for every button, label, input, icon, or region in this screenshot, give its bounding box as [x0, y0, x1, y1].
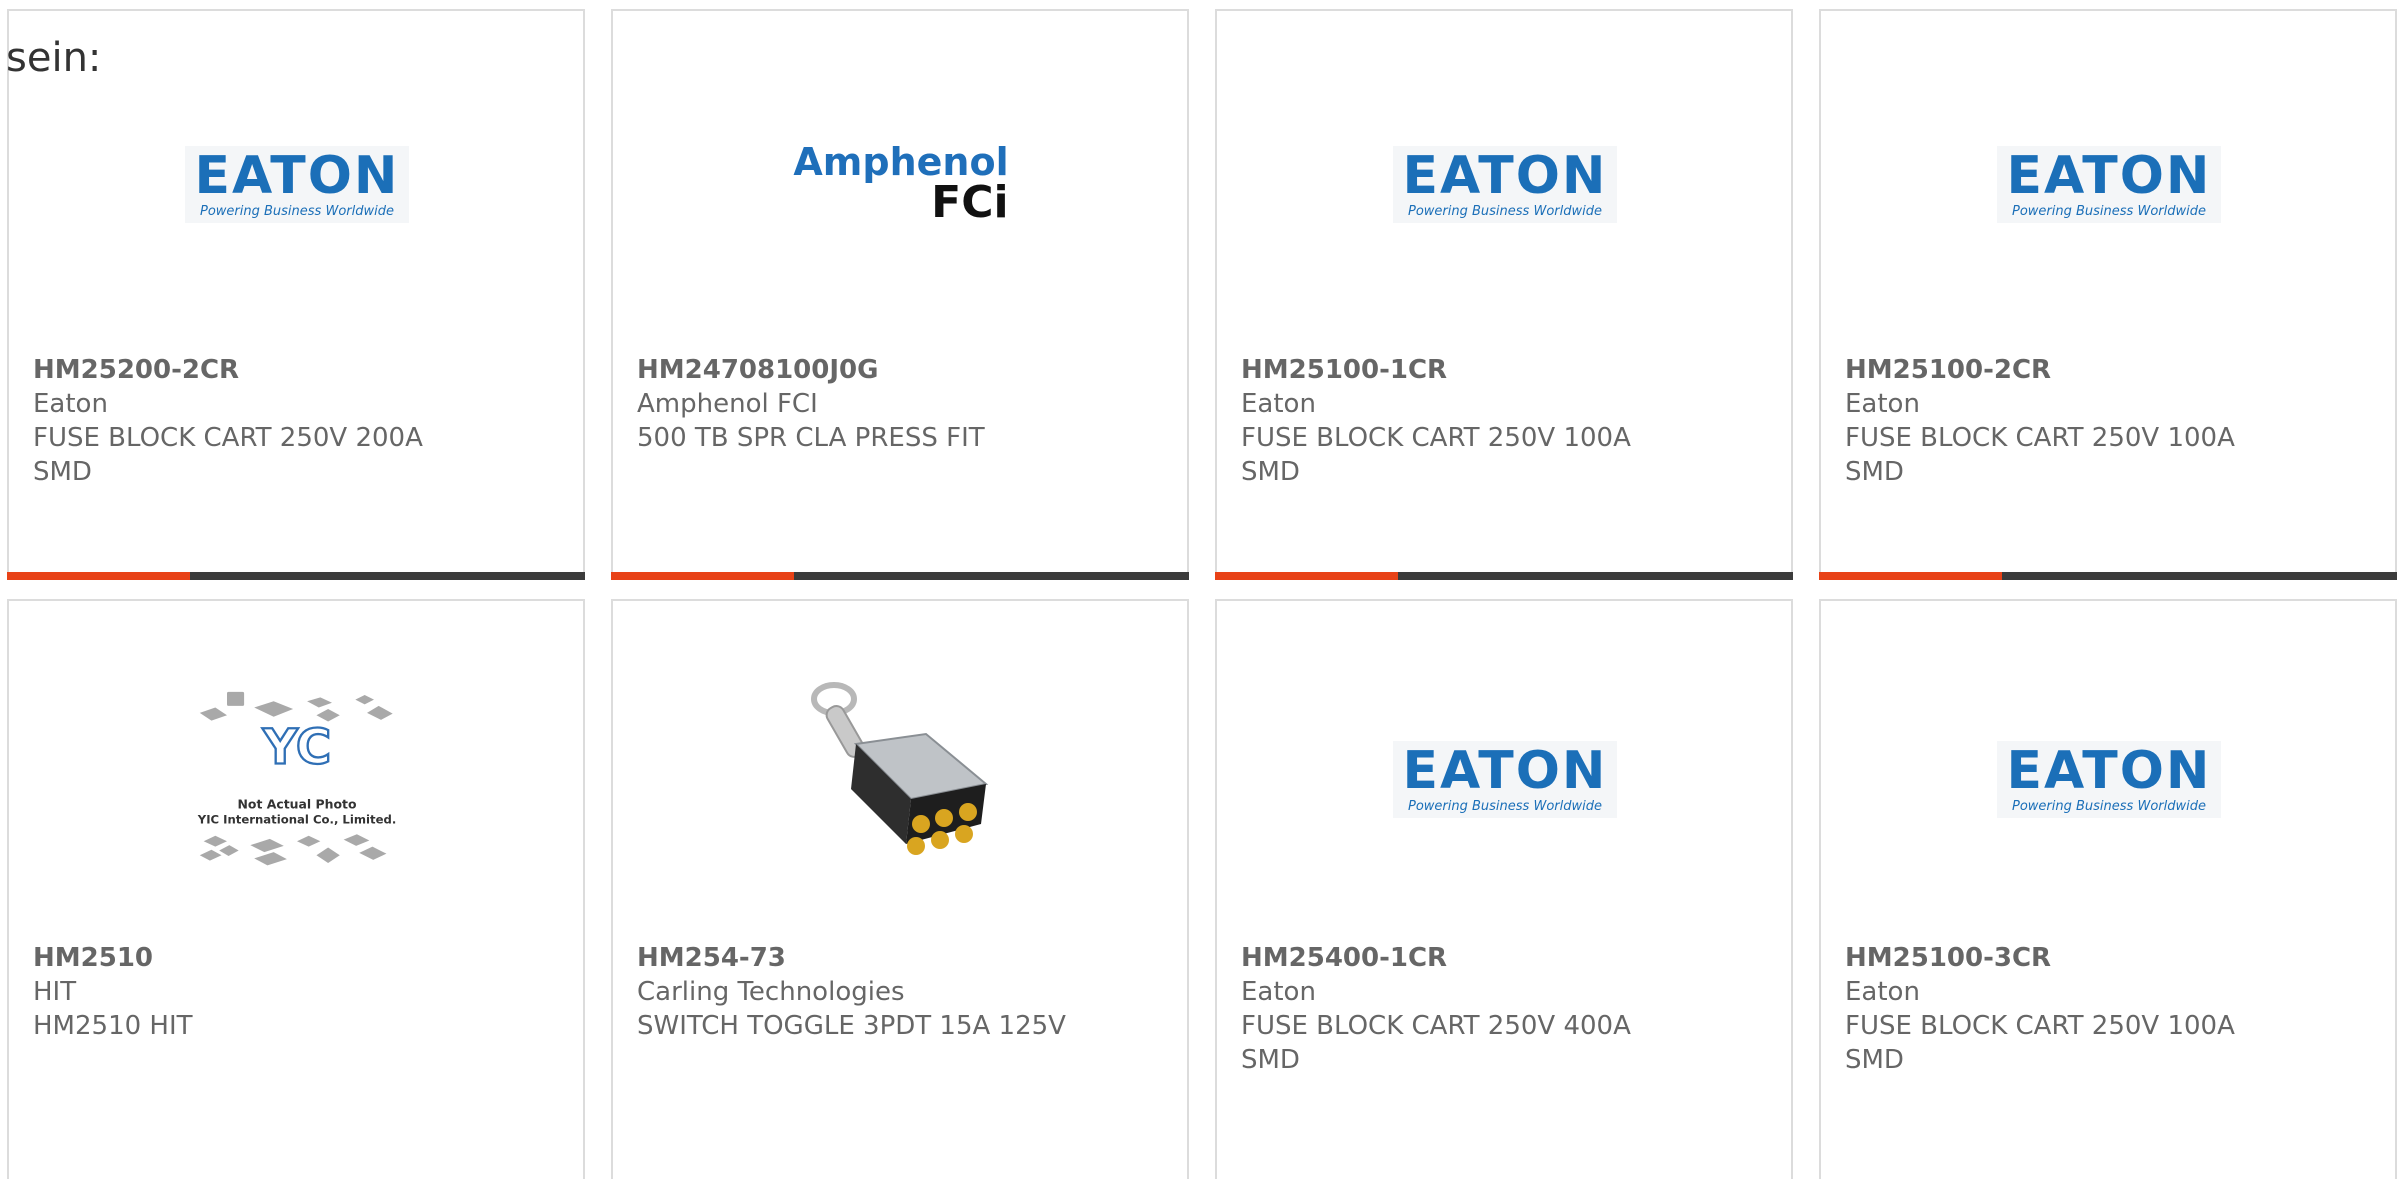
manufacturer: Amphenol FCI	[637, 389, 818, 419]
eaton-logo: EATON Powering Business Worldwide	[1392, 659, 1618, 899]
description-extra: SMD	[1845, 457, 1904, 487]
eaton-logo: EATON Powering Business Worldwide	[184, 129, 410, 239]
part-number-link[interactable]: HM24708100J0G	[637, 353, 985, 387]
logo-wordmark: EATON	[2006, 145, 2212, 206]
card-bottom-bar	[1215, 572, 1793, 580]
svg-text:YC: YC	[262, 719, 332, 775]
part-number-link[interactable]: HM254-73	[637, 941, 1066, 975]
part-number-link[interactable]: HM2510	[33, 941, 193, 975]
description: FUSE BLOCK CART 250V 400A	[1241, 1011, 1631, 1041]
description-extra: SMD	[1845, 1045, 1904, 1075]
manufacturer: Eaton	[1241, 389, 1316, 419]
eaton-logo: EATON Powering Business Worldwide	[1996, 129, 2222, 239]
description: FUSE BLOCK CART 250V 100A	[1845, 1011, 2235, 1041]
description: 500 TB SPR CLA PRESS FIT	[637, 423, 985, 453]
description-extra: SMD	[1241, 457, 1300, 487]
manufacturer: Eaton	[33, 389, 108, 419]
product-card[interactable]: EATON Powering Business Worldwide HM25400…	[1215, 599, 1793, 1179]
product-card[interactable]: YC Not Actual Photo YIC International Co…	[7, 599, 585, 1179]
description: FUSE BLOCK CART 250V 100A	[1241, 423, 1631, 453]
product-card[interactable]: EATON Powering Business Worldwide HM25100…	[1819, 599, 2397, 1179]
description: FUSE BLOCK CART 250V 200A	[33, 423, 423, 453]
card-bottom-bar	[1819, 572, 2397, 580]
product-card[interactable]: EATON Powering Business Worldwide HM25200…	[7, 9, 585, 580]
toggle-switch-photo	[796, 659, 1006, 899]
eaton-logo: EATON Powering Business Worldwide	[1392, 129, 1618, 239]
logo-wordmark-sub: FCi	[931, 177, 1009, 228]
product-card[interactable]: HM254-73 Carling Technologies SWITCH TOG…	[611, 599, 1189, 1179]
eaton-logo: EATON Powering Business Worldwide	[1996, 659, 2222, 899]
logo-wordmark: EATON	[194, 145, 400, 206]
manufacturer: Eaton	[1845, 977, 1920, 1007]
placeholder-photo: YC Not Actual Photo YIC International Co…	[192, 659, 402, 899]
logo-tagline: Powering Business Worldwide	[2012, 798, 2206, 814]
manufacturer: HIT	[33, 977, 77, 1007]
logo-wordmark: EATON	[1402, 740, 1608, 801]
description: HM2510 HIT	[33, 1011, 193, 1041]
logo-tagline: Powering Business Worldwide	[1408, 798, 1602, 814]
card-bottom-bar	[7, 572, 585, 580]
logo-wordmark: Amphenol	[793, 140, 1009, 184]
description-extra: SMD	[33, 457, 92, 487]
logo-tagline: Powering Business Worldwide	[1408, 203, 1602, 219]
product-card[interactable]: EATON Powering Business Worldwide HM25100…	[1215, 9, 1793, 580]
manufacturer: Eaton	[1845, 389, 1920, 419]
card-bottom-bar	[611, 572, 1189, 580]
toggle-switch-icon	[811, 682, 989, 855]
description-extra: SMD	[1241, 1045, 1300, 1075]
part-number-link[interactable]: HM25200-2CR	[33, 353, 423, 387]
part-number-link[interactable]: HM25400-1CR	[1241, 941, 1631, 975]
product-card[interactable]: EATON Powering Business Worldwide HM25100…	[1819, 9, 2397, 580]
part-number-link[interactable]: HM25100-2CR	[1845, 353, 2235, 387]
manufacturer: Eaton	[1241, 977, 1316, 1007]
logo-wordmark: EATON	[2006, 740, 2212, 801]
part-number-link[interactable]: HM25100-1CR	[1241, 353, 1631, 387]
chip-placeholder-icon: YC Not Actual Photo YIC International Co…	[197, 691, 397, 866]
placeholder-caption-company: YIC International Co., Limited.	[197, 812, 397, 826]
section-heading: sein:	[6, 35, 102, 81]
manufacturer: Carling Technologies	[637, 977, 905, 1007]
amphenol-fci-logo: Amphenol FCi	[793, 129, 1009, 239]
product-card[interactable]: Amphenol FCi HM24708100J0G Amphenol FCI 5…	[611, 9, 1189, 580]
logo-wordmark: EATON	[1402, 145, 1608, 206]
description: SWITCH TOGGLE 3PDT 15A 125V	[637, 1011, 1066, 1041]
description: FUSE BLOCK CART 250V 100A	[1845, 423, 2235, 453]
logo-tagline: Powering Business Worldwide	[200, 203, 394, 219]
placeholder-caption: Not Actual Photo	[237, 797, 356, 812]
logo-tagline: Powering Business Worldwide	[2012, 203, 2206, 219]
part-number-link[interactable]: HM25100-3CR	[1845, 941, 2235, 975]
